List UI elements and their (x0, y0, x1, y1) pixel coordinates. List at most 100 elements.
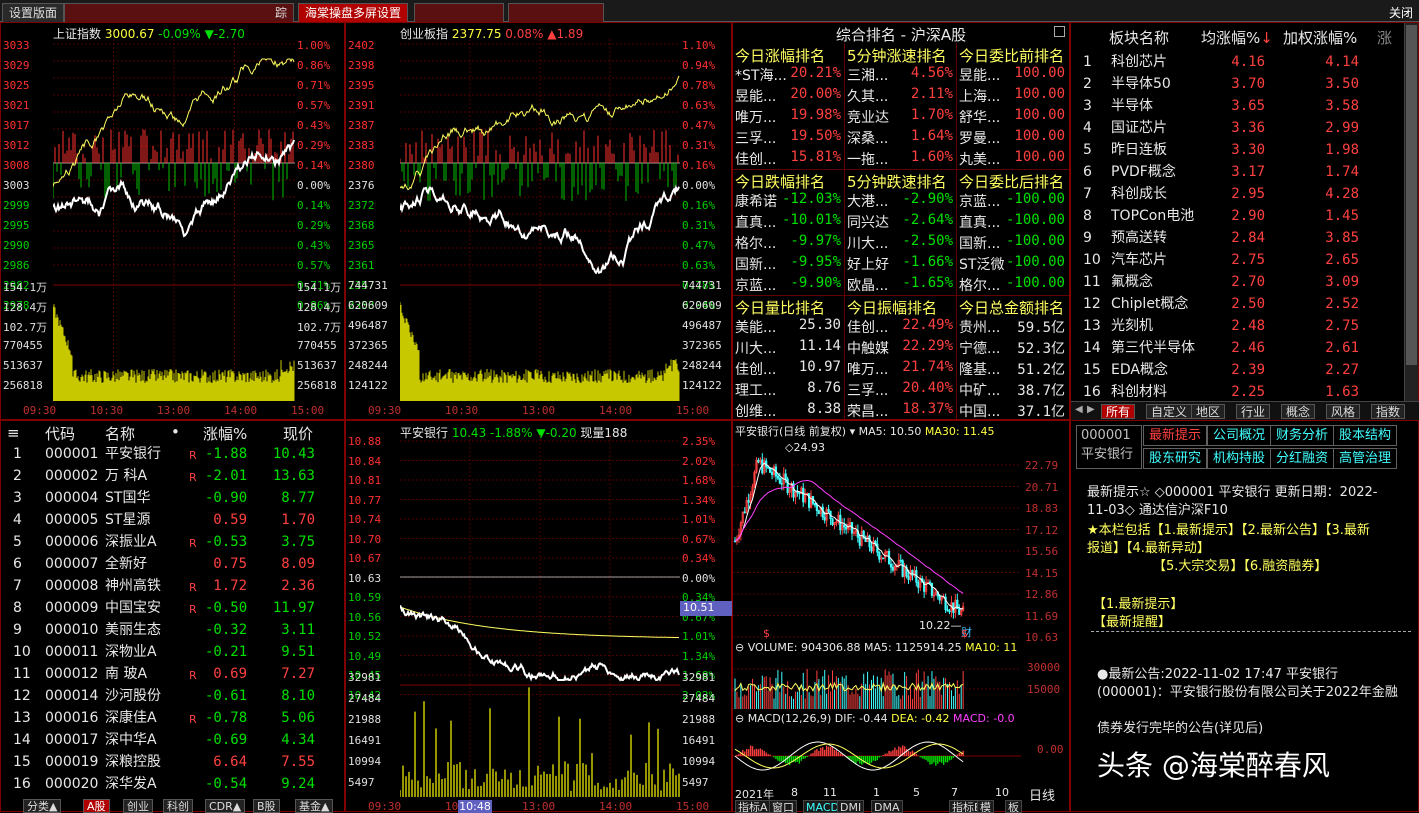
stock-code[interactable]: 000012 (45, 663, 98, 685)
tab-blurred[interactable]: 踪 (64, 3, 294, 22)
indicator-tab[interactable]: 指标A (735, 800, 771, 813)
f10-button[interactable]: 高管治理 (1333, 448, 1397, 469)
sector-name[interactable]: 昨日连板 (1111, 139, 1211, 161)
tab-blurred-2[interactable] (414, 3, 504, 22)
stock-code[interactable]: 000016 (45, 707, 98, 729)
stock-list-panel[interactable]: ≡ 代码 名称 • 涨幅% 现价 1 000001 平安银行 R -1.88 10.43 2 0000… (0, 420, 345, 813)
stock-code[interactable]: 000002 (45, 465, 98, 487)
sector-name[interactable]: 半导体50 (1111, 73, 1211, 95)
sector-name[interactable]: 国证芯片 (1111, 117, 1211, 139)
stock-name[interactable]: 南 玻A (105, 663, 185, 685)
scroll-right-icon[interactable]: ▶ (1087, 404, 1095, 415)
stock-code[interactable]: 000006 (45, 531, 98, 553)
sector-scrollbar[interactable] (1404, 23, 1418, 401)
f10-button[interactable]: 最新提示 (1143, 425, 1207, 446)
f10-stock-box[interactable]: 000001 平安银行 (1076, 425, 1142, 469)
sector-tab[interactable]: 概念 (1281, 404, 1316, 419)
stock-code[interactable]: 000007 (45, 553, 98, 575)
stock-code[interactable]: 000009 (45, 597, 98, 619)
stock-tab[interactable]: 创业 (123, 799, 153, 813)
kline-panel[interactable]: 平安银行(日线 前复权) ▾ MA5: 10.50 MA30: 11.45 ◇2… (732, 420, 1070, 813)
close-button[interactable]: 关闭 (1389, 4, 1413, 21)
rank-block-title[interactable]: 今日委比前排名 (959, 45, 1069, 66)
stock-tab[interactable]: 基金▲ (295, 799, 334, 813)
stock-code[interactable]: 000017 (45, 729, 98, 751)
stock-code[interactable]: 000020 (45, 773, 98, 795)
f10-line[interactable]: 【最新提醒】 (1093, 611, 1417, 630)
ranking-panel[interactable]: 综合排名 - 沪深A股 今日涨幅排名 *ST海... 20.21% 昱能... 20.0… (732, 22, 1070, 420)
sh-intraday-chart[interactable] (53, 39, 295, 403)
f10-line[interactable]: 报道】【4.最新异动】 (1087, 537, 1417, 556)
sector-tab[interactable]: 指数 (1371, 404, 1406, 419)
rank-block-title[interactable]: 5分钟跌速排名 (847, 171, 957, 192)
rank-block-title[interactable]: 今日振幅排名 (847, 297, 957, 318)
sector-tab[interactable]: 地区 (1191, 404, 1226, 419)
sector-panel[interactable]: 板块名称 均涨幅%↓ 加权涨幅% 涨 1 科创芯片 4.16 4.14 2 半导体50 3.… (1070, 22, 1419, 420)
rank-block-title[interactable]: 今日跌幅排名 (735, 171, 845, 192)
sector-name[interactable]: 光刻机 (1111, 315, 1211, 337)
f10-button[interactable]: 股东研究 (1143, 448, 1207, 469)
f10-line[interactable]: 【5.大宗交易】【6.融资融券】 (1153, 555, 1417, 574)
stock-name[interactable]: ST国华 (105, 487, 185, 509)
sector-name[interactable]: 第三代半导体 (1111, 337, 1211, 359)
kline-macd-chart[interactable] (733, 726, 1021, 786)
stock-code[interactable]: 000019 (45, 751, 98, 773)
stock-code[interactable]: 000004 (45, 487, 98, 509)
sector-col-name[interactable]: 板块名称 (1109, 27, 1169, 48)
sector-name[interactable]: TOPCon电池 (1111, 205, 1211, 227)
stock-name[interactable]: ST星源 (105, 509, 185, 531)
sector-col-more[interactable]: 涨 (1377, 27, 1392, 48)
stock-name[interactable]: 深华发A (105, 773, 185, 795)
stock-name[interactable]: 万 科A (105, 465, 185, 487)
stock-tab[interactable]: B股 (253, 799, 280, 813)
sector-name[interactable]: 预高送转 (1111, 227, 1211, 249)
stock-tab[interactable]: CDR▲ (205, 799, 246, 813)
f10-button[interactable]: 财务分析 (1270, 425, 1334, 446)
stock-name[interactable]: 美丽生态 (105, 619, 185, 641)
stock-col-header[interactable]: 涨幅% (203, 423, 247, 444)
sector-name[interactable]: 氟概念 (1111, 271, 1211, 293)
sector-name[interactable]: 汽车芯片 (1111, 249, 1211, 271)
stock-name[interactable]: 深粮控股 (105, 751, 185, 773)
indicator-tab[interactable]: DMI (837, 800, 865, 813)
f10-button[interactable]: 机构持股 (1207, 448, 1271, 469)
collapse-icon[interactable]: ⊖ (735, 641, 744, 654)
rank-block-title[interactable]: 5分钟涨速排名 (847, 45, 957, 66)
sector-name[interactable]: 科创材料 (1111, 381, 1211, 403)
stock-name[interactable]: 深振业A (105, 531, 185, 553)
rank-block-title[interactable]: 今日委比后排名 (959, 171, 1069, 192)
stock-col-header[interactable]: 名称 (105, 423, 135, 444)
stock-col-header[interactable]: • (171, 423, 180, 441)
f10-panel[interactable]: 000001 平安银行 最新提示☆ ◇000001 平安银行 更新日期：2022… (1070, 420, 1419, 812)
indicator-tab-b[interactable]: 模 (977, 800, 994, 813)
f10-line[interactable]: 【1.最新提示】 (1093, 593, 1417, 612)
rank-block-title[interactable]: 今日量比排名 (735, 297, 845, 318)
grid-icon[interactable] (1054, 26, 1065, 37)
cy-index-panel[interactable]: 创业板指 2377.75 0.08% ▲1.89 2402 2398 2395 239… (345, 22, 732, 420)
stock-code[interactable]: 000008 (45, 575, 98, 597)
sector-tab[interactable]: 自定义 (1146, 404, 1193, 419)
stock-name[interactable]: 深康佳A (105, 707, 185, 729)
indicator-tab-b[interactable]: 板 (1005, 800, 1022, 813)
f10-button[interactable]: 分红融资 (1270, 448, 1334, 469)
sector-name[interactable]: 科创芯片 (1111, 51, 1211, 73)
rank-block-title[interactable]: 今日总金额排名 (959, 297, 1069, 318)
pa-intraday-panel[interactable]: 平安银行 10.43 -1.88% ▼-0.20 现量188 10.88 10.8… (345, 420, 732, 813)
stock-tab[interactable]: 科创 (163, 799, 193, 813)
sector-name[interactable]: PVDF概念 (1111, 161, 1211, 183)
sector-name[interactable]: 科创成长 (1111, 183, 1211, 205)
stock-name[interactable]: 深中华A (105, 729, 185, 751)
f10-button[interactable]: 股本结构 (1333, 425, 1397, 446)
tab-multi-screen-settings[interactable]: 海棠操盘多屏设置 (298, 3, 409, 22)
cy-intraday-chart[interactable] (400, 39, 680, 403)
pa-intraday-chart[interactable] (400, 435, 680, 799)
stock-code[interactable]: 000005 (45, 509, 98, 531)
stock-name[interactable]: 全新好 (105, 553, 185, 575)
sector-col-weighted[interactable]: 加权涨幅% (1283, 27, 1357, 48)
scroll-left-icon[interactable]: ◀ (1075, 404, 1083, 415)
stock-code[interactable]: 000014 (45, 685, 98, 707)
stock-name[interactable]: 中国宝安 (105, 597, 185, 619)
collapse-icon-2[interactable]: ⊖ (735, 712, 744, 725)
sector-col-avg[interactable]: 均涨幅%↓ (1201, 27, 1273, 48)
tab-settings[interactable]: 设置版面 (2, 3, 65, 22)
